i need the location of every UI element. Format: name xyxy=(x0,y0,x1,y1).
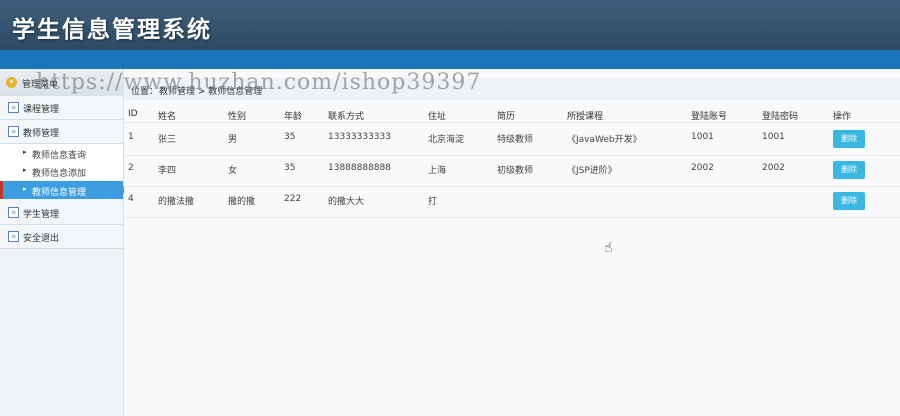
cell-resume: 特级教师 xyxy=(497,135,534,145)
triangle-right-icon: ▸ xyxy=(23,166,27,174)
triangle-right-icon: ▸ xyxy=(23,148,27,156)
sidebar-subitem-teacher-add[interactable]: ▸ 教师信息添加 xyxy=(0,162,123,180)
app-header: 学生信息管理系统 xyxy=(0,0,900,50)
col-header-id: ID xyxy=(128,109,138,119)
cell-name: 李四 xyxy=(158,166,177,176)
cell-phone: 13333333333 xyxy=(328,132,391,142)
square-nav-icon: ≡ xyxy=(8,207,19,218)
sidebar-subitem-teacher-manage[interactable]: ▸ 教师信息管理 xyxy=(0,181,129,199)
col-header-account: 登陆账号 xyxy=(691,112,728,122)
cell-password: 1001 xyxy=(762,132,785,142)
cell-phone: 的撒大大 xyxy=(328,197,365,207)
sidebar-item-teachers[interactable]: ≡ 教师管理 xyxy=(0,120,123,144)
table-row: 2 李四 女 35 13888888888 上海 初级教师 《JSP进阶》 20… xyxy=(124,156,900,187)
sidebar-item-label: 学生管理 xyxy=(23,210,60,220)
sidebar-subitem-label: 教师信息查询 xyxy=(32,151,87,161)
cell-name: 的撒法撒 xyxy=(158,197,195,207)
cell-id: 2 xyxy=(128,163,134,173)
cell-course: 《JSP进阶》 xyxy=(567,166,617,176)
delete-button[interactable]: 删除 xyxy=(833,130,865,148)
cell-password: 2002 xyxy=(762,163,785,173)
sidebar-item-logout[interactable]: ≡ 安全退出 xyxy=(0,225,123,249)
cell-id: 1 xyxy=(128,132,134,142)
cell-account: 1001 xyxy=(691,132,714,142)
cell-gender: 女 xyxy=(228,166,238,176)
col-header-phone: 联系方式 xyxy=(328,112,365,122)
square-nav-icon: ≡ xyxy=(8,231,19,242)
sidebar-item-courses[interactable]: ≡ 课程管理 xyxy=(0,96,123,120)
hand-pointer-icon: ☝ xyxy=(604,240,613,256)
cell-address: 打 xyxy=(428,197,438,207)
sidebar-subitem-teacher-query[interactable]: ▸ 教师信息查询 xyxy=(0,144,123,162)
cell-age: 35 xyxy=(284,163,296,173)
cell-address: 上海 xyxy=(428,166,447,176)
cell-address: 北京海淀 xyxy=(428,135,465,145)
col-header-resume: 简历 xyxy=(497,112,516,122)
triangle-right-icon: ▸ xyxy=(23,185,27,193)
delete-button[interactable]: 删除 xyxy=(833,161,865,179)
sidebar-item-label: 课程管理 xyxy=(23,105,60,115)
cell-course: 《JavaWeb开发》 xyxy=(567,135,642,145)
col-header-age: 年龄 xyxy=(284,112,303,122)
cell-age: 222 xyxy=(284,194,302,204)
col-header-password: 登陆密码 xyxy=(762,112,799,122)
cell-gender: 男 xyxy=(228,135,238,145)
square-nav-icon: ≡ xyxy=(8,126,19,137)
cell-age: 35 xyxy=(284,132,296,142)
watermark-text: https://www.huzhan.com/ishop39397 xyxy=(36,70,482,95)
table-row: 4 的撒法撒 撒的撒 222 的撒大大 打 删除 xyxy=(124,187,900,218)
cell-id: 4 xyxy=(128,194,134,204)
sidebar-item-label: 教师管理 xyxy=(23,129,60,139)
sidebar-item-label: 安全退出 xyxy=(23,234,60,244)
app-title: 学生信息管理系统 xyxy=(12,16,212,43)
top-bar xyxy=(0,50,900,69)
square-nav-icon: ≡ xyxy=(8,102,19,113)
cell-name: 张三 xyxy=(158,135,177,145)
delete-button[interactable]: 删除 xyxy=(833,192,865,210)
sidebar-item-students[interactable]: ≡ 学生管理 xyxy=(0,201,123,225)
sidebar-subitem-label: 教师信息添加 xyxy=(32,169,87,179)
cell-account: 2002 xyxy=(691,163,714,173)
cell-phone: 13888888888 xyxy=(328,163,391,173)
circle-menu-icon: ▾ xyxy=(6,77,17,88)
sidebar: ▾ 管理菜单 ≡ 课程管理 ≡ 教师管理 ▸ 教师信息查询 ▸ 教师信息添加 ▸… xyxy=(0,69,129,416)
table-header: ID 姓名 性别 年龄 联系方式 住址 简历 所授课程 登陆账号 登陆密码 操作 xyxy=(124,104,900,123)
sidebar-subitem-label: 教师信息管理 xyxy=(32,188,87,198)
col-header-course: 所授课程 xyxy=(567,112,604,122)
cell-gender: 撒的撒 xyxy=(228,197,256,207)
table-row: 1 张三 男 35 13333333333 北京海淀 特级教师 《JavaWeb… xyxy=(124,125,900,156)
col-header-address: 住址 xyxy=(428,112,447,122)
cell-resume: 初级教师 xyxy=(497,166,534,176)
col-header-gender: 性别 xyxy=(228,112,247,122)
col-header-name: 姓名 xyxy=(158,112,177,122)
col-header-action: 操作 xyxy=(833,112,852,122)
